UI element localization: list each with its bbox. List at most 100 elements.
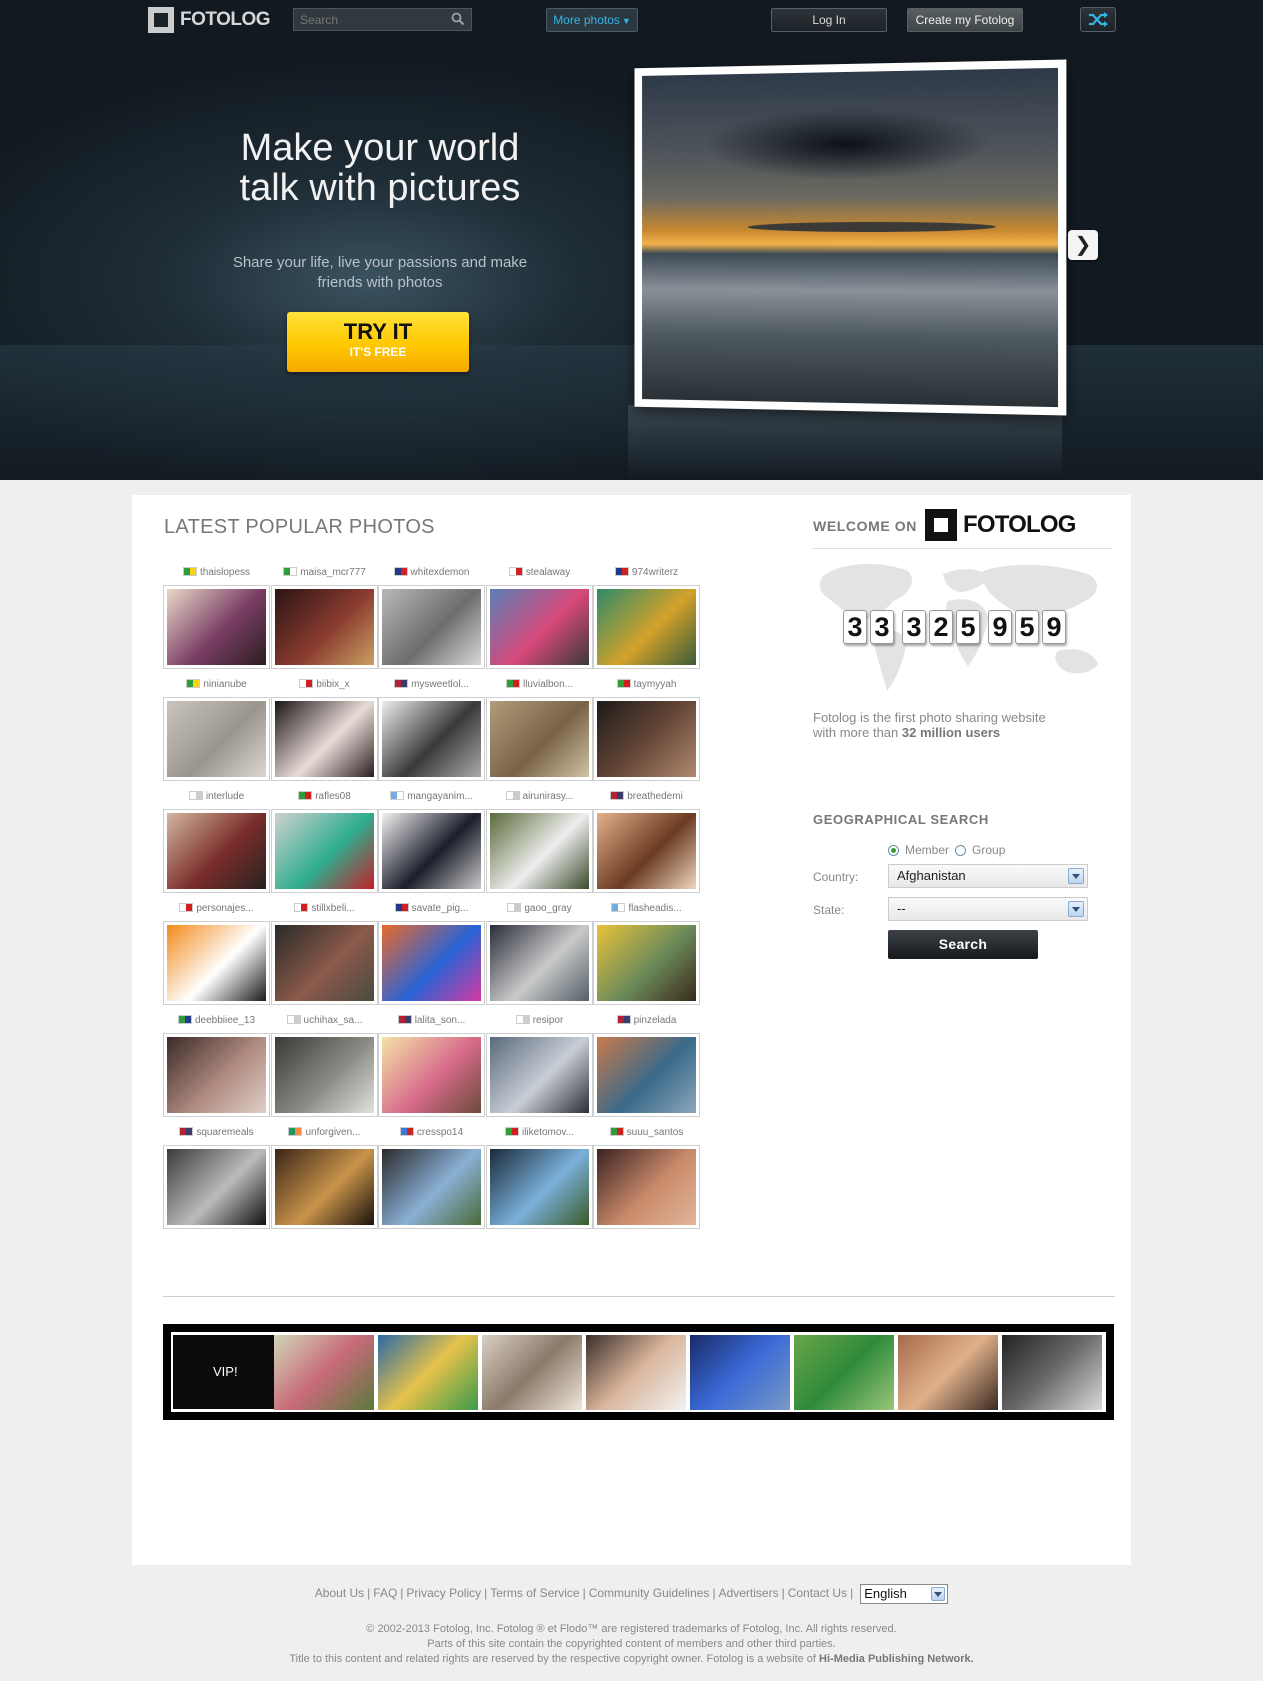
photo-thumbnail-frame[interactable]: [486, 585, 593, 669]
photo-tile[interactable]: suuu_santos: [593, 1125, 700, 1235]
photo-username[interactable]: cresspo14: [378, 1127, 485, 1138]
photo-tile[interactable]: personajes...: [163, 901, 270, 1011]
photo-username[interactable]: whitexdemon: [378, 567, 485, 578]
photo-tile[interactable]: ninianube: [163, 677, 270, 787]
create-fotolog-button[interactable]: Create my Fotolog: [907, 8, 1023, 32]
footer-link[interactable]: Community Guidelines: [589, 1586, 710, 1600]
photo-thumbnail-frame[interactable]: [271, 697, 378, 781]
photo-tile[interactable]: squaremeals: [163, 1125, 270, 1235]
photo-thumbnail-frame[interactable]: [593, 809, 700, 893]
photo-username[interactable]: mysweetlol...: [378, 679, 485, 690]
vip-member-thumbnail[interactable]: [586, 1335, 686, 1410]
photo-thumbnail-frame[interactable]: [163, 921, 270, 1005]
publisher-link[interactable]: Hi-Media Publishing Network.: [819, 1653, 974, 1665]
photo-username[interactable]: savate_pig...: [378, 903, 485, 914]
photo-thumbnail-frame[interactable]: [271, 921, 378, 1005]
vip-member-thumbnail[interactable]: [378, 1335, 478, 1410]
photo-tile[interactable]: thaislopess: [163, 565, 270, 675]
photo-username[interactable]: ninianube: [163, 679, 270, 690]
photo-username[interactable]: taymyyah: [593, 679, 700, 690]
vip-member-thumbnail[interactable]: [1002, 1335, 1102, 1410]
photo-username[interactable]: lalita_son...: [378, 1015, 485, 1026]
photo-username[interactable]: interlude: [163, 791, 270, 802]
photo-thumbnail-frame[interactable]: [378, 809, 485, 893]
photo-username[interactable]: flasheadis...: [593, 903, 700, 914]
photo-thumbnail-frame[interactable]: [163, 1145, 270, 1229]
photo-thumbnail-frame[interactable]: [163, 809, 270, 893]
shuffle-button[interactable]: [1080, 7, 1116, 32]
photo-username[interactable]: 974writerz: [593, 567, 700, 578]
more-photos-dropdown[interactable]: More photos ▼: [546, 8, 638, 32]
photo-username[interactable]: deebbiiee_13: [163, 1015, 270, 1026]
member-radio[interactable]: [888, 844, 899, 856]
photo-username[interactable]: airunirasy...: [486, 791, 593, 802]
footer-link[interactable]: About Us: [315, 1586, 364, 1600]
photo-thumbnail-frame[interactable]: [378, 921, 485, 1005]
vip-member-thumbnail[interactable]: [690, 1335, 790, 1410]
photo-username[interactable]: iliketomov...: [486, 1127, 593, 1138]
vip-member-thumbnail[interactable]: [482, 1335, 582, 1410]
next-arrow-button[interactable]: ❯: [1068, 230, 1098, 260]
photo-tile[interactable]: resipor: [486, 1013, 593, 1123]
photo-tile[interactable]: stillxbeli...: [271, 901, 378, 1011]
footer-link[interactable]: Terms of Service: [490, 1586, 579, 1600]
vip-member-thumbnail[interactable]: [274, 1335, 374, 1410]
photo-thumbnail-frame[interactable]: [486, 921, 593, 1005]
photo-username[interactable]: resipor: [486, 1015, 593, 1026]
photo-thumbnail-frame[interactable]: [271, 1033, 378, 1117]
photo-tile[interactable]: airunirasy...: [486, 789, 593, 899]
photo-username[interactable]: gaoo_gray: [486, 903, 593, 914]
footer-link[interactable]: FAQ: [373, 1586, 397, 1600]
photo-tile[interactable]: biibix_x: [271, 677, 378, 787]
photo-tile[interactable]: 974writerz: [593, 565, 700, 675]
photo-thumbnail-frame[interactable]: [486, 1033, 593, 1117]
photo-tile[interactable]: whitexdemon: [378, 565, 485, 675]
photo-username[interactable]: biibix_x: [271, 679, 378, 690]
photo-username[interactable]: maisa_mcr777: [271, 567, 378, 578]
photo-username[interactable]: stealaway: [486, 567, 593, 578]
footer-link[interactable]: Contact Us: [788, 1586, 847, 1600]
vip-member-thumbnail[interactable]: [898, 1335, 998, 1410]
photo-thumbnail-frame[interactable]: [271, 585, 378, 669]
country-select[interactable]: Afghanistan: [888, 864, 1088, 888]
photo-username[interactable]: personajes...: [163, 903, 270, 914]
photo-thumbnail-frame[interactable]: [163, 1033, 270, 1117]
photo-tile[interactable]: interlude: [163, 789, 270, 899]
photo-tile[interactable]: cresspo14: [378, 1125, 485, 1235]
photo-tile[interactable]: mangayanim...: [378, 789, 485, 899]
search-input[interactable]: [294, 9, 456, 30]
search-icon[interactable]: [451, 12, 465, 31]
photo-thumbnail-frame[interactable]: [163, 697, 270, 781]
photo-thumbnail-frame[interactable]: [378, 585, 485, 669]
photo-tile[interactable]: flasheadis...: [593, 901, 700, 1011]
photo-thumbnail-frame[interactable]: [486, 809, 593, 893]
photo-thumbnail-frame[interactable]: [593, 697, 700, 781]
photo-thumbnail-frame[interactable]: [593, 1033, 700, 1117]
photo-username[interactable]: pinzelada: [593, 1015, 700, 1026]
geo-search-button[interactable]: Search: [888, 930, 1038, 959]
photo-tile[interactable]: mysweetlol...: [378, 677, 485, 787]
photo-thumbnail-frame[interactable]: [486, 697, 593, 781]
photo-username[interactable]: squaremeals: [163, 1127, 270, 1138]
photo-username[interactable]: breathedemi: [593, 791, 700, 802]
vip-member-thumbnail[interactable]: [794, 1335, 894, 1410]
photo-username[interactable]: uchihax_sa...: [271, 1015, 378, 1026]
photo-tile[interactable]: gaoo_gray: [486, 901, 593, 1011]
photo-thumbnail-frame[interactable]: [593, 585, 700, 669]
photo-thumbnail-frame[interactable]: [163, 585, 270, 669]
fotolog-logo[interactable]: FOTOLOG: [148, 7, 271, 33]
vip-label[interactable]: VIP!: [173, 1335, 296, 1409]
photo-thumbnail-frame[interactable]: [271, 1145, 378, 1229]
photo-thumbnail-frame[interactable]: [593, 1145, 700, 1229]
photo-thumbnail-frame[interactable]: [486, 1145, 593, 1229]
photo-thumbnail-frame[interactable]: [271, 809, 378, 893]
state-select[interactable]: --: [888, 897, 1088, 921]
photo-username[interactable]: mangayanim...: [378, 791, 485, 802]
photo-thumbnail-frame[interactable]: [378, 697, 485, 781]
photo-thumbnail-frame[interactable]: [593, 921, 700, 1005]
footer-link[interactable]: Advertisers: [719, 1586, 779, 1600]
photo-username[interactable]: stillxbeli...: [271, 903, 378, 914]
login-button[interactable]: Log In: [771, 8, 887, 32]
photo-tile[interactable]: uchihax_sa...: [271, 1013, 378, 1123]
photo-tile[interactable]: maisa_mcr777: [271, 565, 378, 675]
